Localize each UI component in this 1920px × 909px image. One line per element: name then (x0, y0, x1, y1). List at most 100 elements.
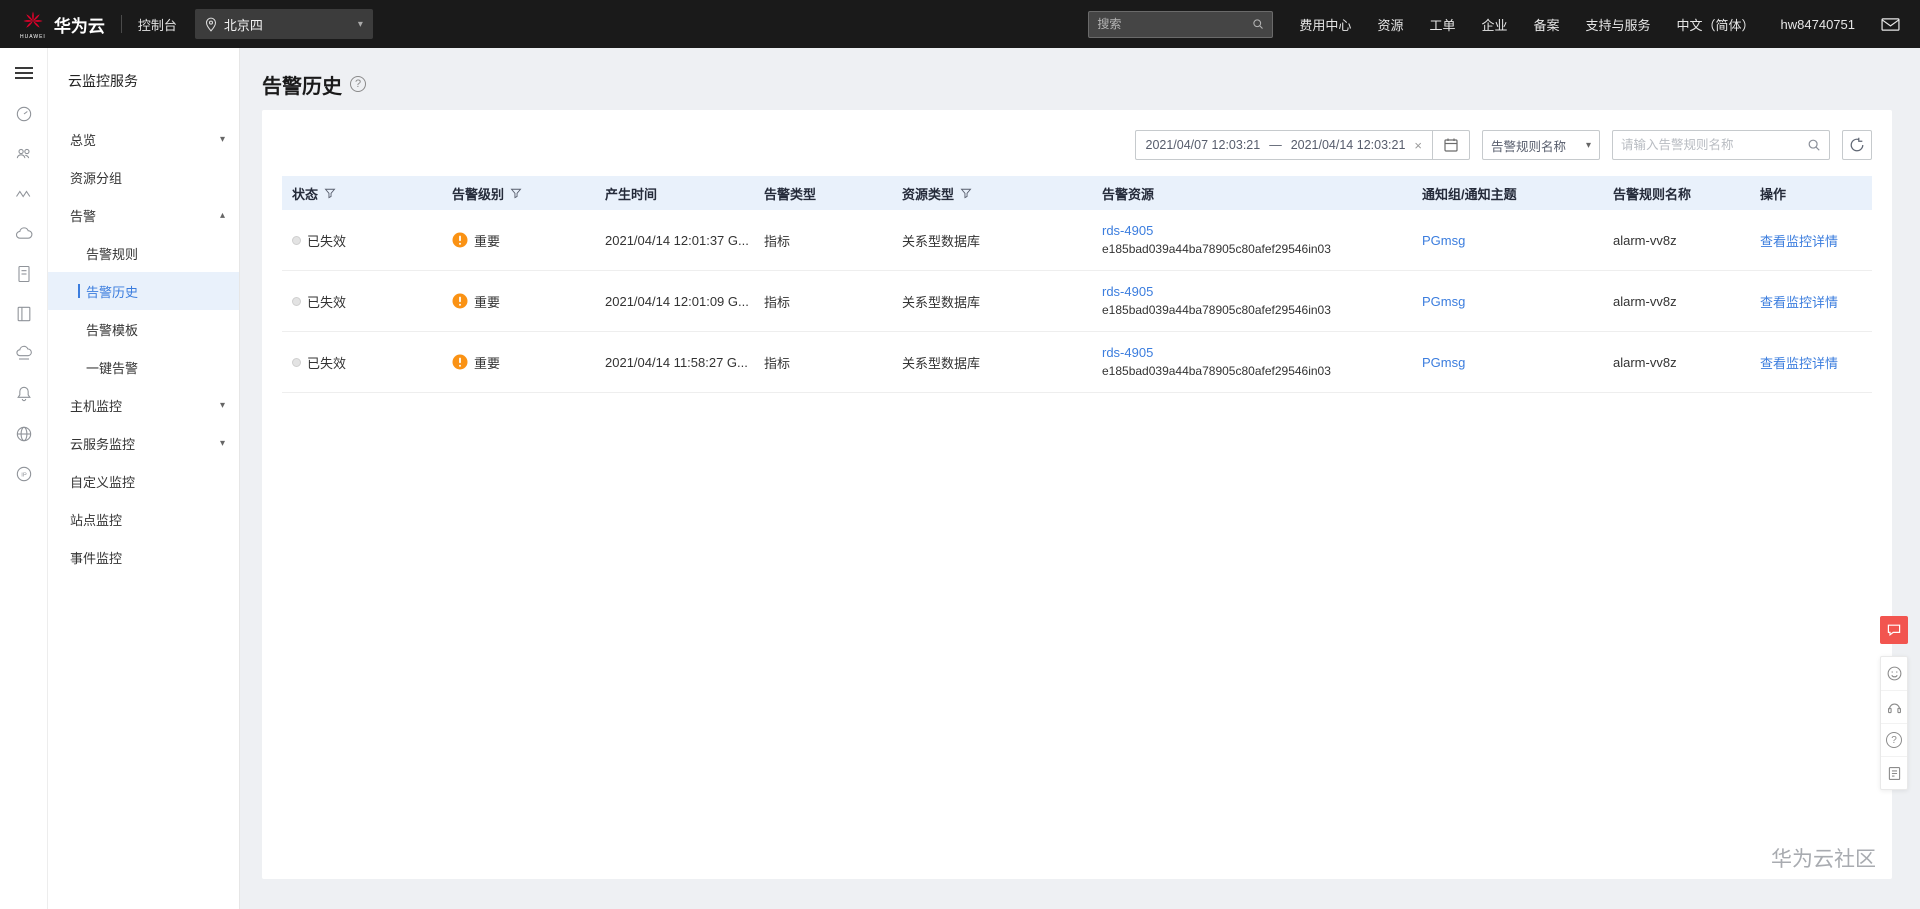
notification-topic-link[interactable]: PGmsg (1422, 355, 1465, 370)
resource-name-link[interactable]: rds-4905 (1102, 345, 1153, 360)
document-icon[interactable] (12, 262, 36, 286)
region-selector[interactable]: 北京四 ▾ (194, 9, 373, 39)
view-monitor-detail-link[interactable]: 查看监控详情 (1760, 231, 1838, 250)
filter-funnel-icon[interactable] (324, 187, 336, 199)
resource-type: 关系型数据库 (902, 355, 981, 371)
resource-type: 关系型数据库 (902, 233, 981, 249)
chevron-down-icon: ▾ (219, 399, 225, 411)
topbar-menu-tickets[interactable]: 工单 (1429, 15, 1455, 34)
sidebar-item-alarm-rules[interactable]: 告警规则 (48, 234, 239, 272)
feedback-form-button[interactable] (1881, 756, 1907, 789)
headset-icon (1887, 703, 1901, 713)
side-nav: 云监控服务 总览 ▾ 资源分组 告警 ▴ 告警规则 告警历史 告警模板 一键告警… (48, 48, 240, 909)
survey-form-icon (1888, 766, 1900, 780)
online-support-button[interactable] (1881, 690, 1907, 723)
search-icon[interactable] (1252, 17, 1264, 31)
feedback-chat-button[interactable] (1880, 616, 1908, 644)
sidebar-item-site-monitoring[interactable]: 站点监控 (48, 500, 239, 538)
region-name: 北京四 (223, 17, 263, 33)
rule-search-input[interactable] (1621, 138, 1807, 152)
col-generated-time: 产生时间 (605, 186, 658, 202)
sidebar-item-host-monitoring[interactable]: 主机监控 ▾ (48, 386, 239, 424)
sidebar-item-alarm-templates[interactable]: 告警模板 (48, 310, 239, 348)
calendar-icon[interactable] (1443, 137, 1459, 153)
status-dot (292, 235, 301, 245)
huawei-logo[interactable]: HUAWEI (20, 9, 46, 40)
chat-bubble-icon (1887, 624, 1901, 636)
sidebar-item-alarm[interactable]: 告警 ▴ (48, 196, 239, 234)
date-range-picker[interactable]: 2021/04/07 12:03:21 — 2021/04/14 12:03:2… (1134, 130, 1470, 160)
mail-icon[interactable] (1881, 17, 1900, 32)
help-button[interactable]: ? (1881, 723, 1907, 756)
huawei-flower-icon (23, 10, 43, 28)
sidebar-item-label: 资源分组 (70, 170, 123, 186)
filter-row: 2021/04/07 12:03:21 — 2021/04/14 12:03:2… (282, 130, 1872, 160)
global-search-input[interactable] (1097, 17, 1253, 31)
resource-id: e185bad039a44ba78905c80afef29546in03 (1102, 364, 1331, 378)
sidebar-item-cloud-service-monitoring[interactable]: 云服务监控 ▾ (48, 424, 239, 462)
resource-id: e185bad039a44ba78905c80afef29546in03 (1102, 303, 1331, 317)
topbar-menu-language[interactable]: 中文（简体） (1677, 15, 1755, 34)
notification-topic-link[interactable]: PGmsg (1422, 233, 1465, 248)
console-link[interactable]: 控制台 (138, 15, 177, 34)
rule-name-select[interactable]: 告警规则名称 ▾ (1482, 130, 1600, 160)
notebook-icon[interactable] (12, 302, 36, 326)
topbar-menu-resources[interactable]: 资源 (1377, 15, 1403, 34)
chevron-down-icon: ▾ (357, 18, 363, 30)
view-monitor-detail-link[interactable]: 查看监控详情 (1760, 353, 1838, 372)
status-text: 已失效 (307, 294, 347, 310)
col-alarm-type: 告警类型 (764, 186, 817, 202)
chevron-down-icon: ▾ (1585, 139, 1591, 151)
main-content: 告警历史 ? 2021/04/07 12:03:21 — 2021/04/14 … (240, 48, 1920, 909)
clear-date-icon[interactable]: × (1414, 138, 1422, 153)
topbar-menu-account[interactable]: hw84740751 (1781, 17, 1855, 32)
sidebar-item-one-click-alarm[interactable]: 一键告警 (48, 348, 239, 386)
sidebar-item-label: 云服务监控 (70, 436, 136, 452)
cloud-server-icon[interactable] (12, 222, 36, 246)
global-search[interactable] (1088, 10, 1274, 38)
resource-group-icon[interactable] (12, 142, 36, 166)
overview-gauge-icon[interactable] (12, 102, 36, 126)
satisfaction-survey-button[interactable] (1881, 657, 1907, 690)
website-globe-icon[interactable] (12, 422, 36, 446)
sidebar-item-custom-monitoring[interactable]: 自定义监控 (48, 462, 239, 500)
date-range-separator: — (1269, 138, 1282, 152)
view-monitor-detail-link[interactable]: 查看监控详情 (1760, 292, 1838, 311)
cloud-storage-icon[interactable] (12, 342, 36, 366)
topbar-menu-icp-filing[interactable]: 备案 (1533, 15, 1559, 34)
notification-topic-link[interactable]: PGmsg (1422, 294, 1465, 309)
sidebar-item-alarm-history[interactable]: 告警历史 (48, 272, 239, 310)
monitor-wave-icon[interactable] (12, 182, 36, 206)
alert-bell-icon[interactable] (12, 382, 36, 406)
date-range-start[interactable]: 2021/04/07 12:03:21 (1146, 138, 1261, 152)
sidebar-item-label: 自定义监控 (70, 474, 136, 490)
topbar-divider (120, 15, 122, 33)
status-text: 已失效 (307, 355, 347, 371)
severity-text: 重要 (474, 233, 501, 249)
status-text: 已失效 (307, 233, 347, 249)
brand-title[interactable]: 华为云 (54, 12, 105, 37)
hamburger-menu-icon[interactable] (14, 64, 33, 82)
page-help-icon[interactable]: ? (350, 76, 366, 92)
ip-service-icon[interactable]: IP (12, 462, 36, 486)
sidebar-item-overview[interactable]: 总览 ▾ (48, 120, 239, 158)
filter-funnel-icon[interactable] (510, 187, 522, 199)
col-severity: 告警级别 (452, 186, 505, 202)
refresh-button[interactable] (1842, 130, 1872, 160)
search-icon[interactable] (1807, 138, 1821, 152)
sidebar-item-event-monitoring[interactable]: 事件监控 (48, 538, 239, 576)
filter-funnel-icon[interactable] (960, 187, 972, 199)
topbar-menu-billing-center[interactable]: 费用中心 (1299, 15, 1351, 34)
sidebar-item-resource-groups[interactable]: 资源分组 (48, 158, 239, 196)
date-range-end[interactable]: 2021/04/14 12:03:21 (1291, 138, 1406, 152)
resource-name-link[interactable]: rds-4905 (1102, 223, 1153, 238)
alarm-type: 指标 (764, 355, 791, 371)
sidebar-item-label: 事件监控 (70, 550, 123, 566)
rule-search[interactable] (1612, 130, 1830, 160)
topbar-menu-support[interactable]: 支持与服务 (1586, 15, 1651, 34)
alarm-history-card: 2021/04/07 12:03:21 — 2021/04/14 12:03:2… (262, 110, 1892, 879)
topbar-menu-enterprise[interactable]: 企业 (1481, 15, 1507, 34)
status-dot (292, 296, 301, 306)
resource-name-link[interactable]: rds-4905 (1102, 284, 1153, 299)
sidebar-item-label: 站点监控 (70, 512, 123, 528)
